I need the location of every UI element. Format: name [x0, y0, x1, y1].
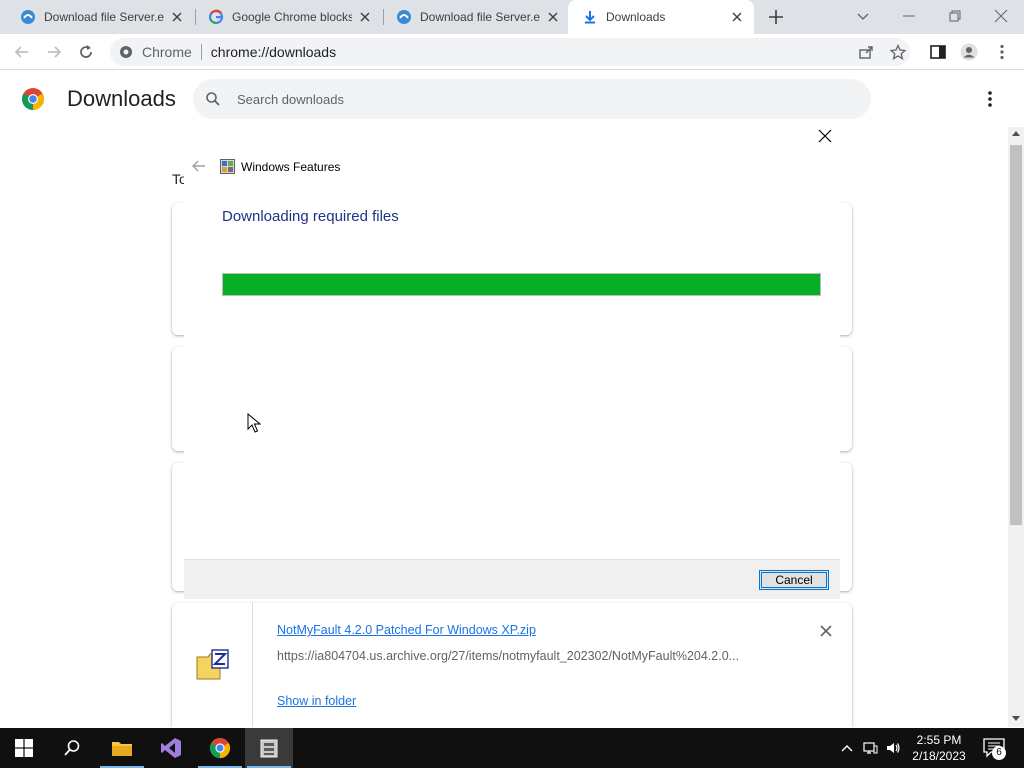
close-window-icon[interactable]: [993, 8, 1009, 24]
clock-time: 2:55 PM: [916, 733, 962, 747]
tab-strip: Download file Server.e Google Chrome blo…: [0, 0, 1024, 34]
download-source-url: https://ia804704.us.archive.org/27/items…: [277, 649, 740, 663]
side-panel-icon[interactable]: [929, 43, 947, 61]
remove-download-icon[interactable]: [819, 624, 833, 638]
tab-title: Download file Server.e: [44, 10, 164, 24]
forward-arrow-icon[interactable]: [45, 43, 63, 61]
restore-icon[interactable]: [947, 8, 963, 24]
dialog-footer: Cancel: [184, 559, 840, 599]
search-input[interactable]: [237, 79, 837, 119]
page-title: Downloads: [67, 86, 176, 111]
download-item-notmyfault: NotMyFault 4.2.0 Patched For Windows XP.…: [172, 603, 852, 727]
new-tab-plus-icon[interactable]: [767, 8, 785, 26]
close-tab-icon[interactable]: [170, 10, 184, 24]
edge-download-icon: [396, 9, 412, 25]
downloads-header: Downloads: [0, 71, 1024, 127]
download-progress-bar: [222, 273, 821, 296]
show-in-folder-link[interactable]: Show in folder: [277, 694, 356, 708]
tab-title: Google Chrome blocks: [232, 10, 352, 24]
omnibox-site-label: Chrome: [142, 44, 192, 60]
progress-fill: [223, 274, 820, 295]
file-icon-column: [172, 603, 253, 727]
google-g-icon: [208, 9, 224, 25]
omnibox-url: chrome://downloads: [210, 44, 337, 60]
more-actions-icon[interactable]: [982, 89, 998, 109]
cancel-button[interactable]: Cancel: [759, 570, 829, 590]
windows-features-dialog: Windows Features Downloading required fi…: [184, 120, 840, 599]
bookmark-star-icon[interactable]: [890, 44, 906, 60]
chrome-logo-icon: [22, 88, 44, 110]
start-button[interactable]: [0, 728, 48, 768]
taskbar-search-button[interactable]: [48, 728, 96, 768]
taskbar-windows-features[interactable]: [245, 728, 293, 768]
taskbar-clock[interactable]: 2:55 PM 2/18/2023: [906, 732, 972, 764]
show-hidden-icons-chevron-icon[interactable]: [839, 740, 855, 756]
tab-download-file-2[interactable]: Download file Server.e: [376, 0, 570, 34]
mouse-cursor-icon: [247, 413, 261, 433]
tab-search-chevron-icon[interactable]: [855, 8, 871, 24]
profile-avatar-icon[interactable]: [960, 43, 978, 61]
scroll-down-arrow-icon[interactable]: [1012, 716, 1020, 721]
address-bar[interactable]: Chrome chrome://downloads: [110, 38, 910, 66]
windows-logo-icon: [15, 739, 33, 757]
share-icon[interactable]: [858, 44, 874, 60]
visual-studio-icon: [161, 738, 181, 758]
edge-download-icon: [20, 9, 36, 25]
page-scrollbar[interactable]: [1008, 127, 1024, 727]
volume-icon[interactable]: [885, 740, 901, 756]
taskbar-visual-studio[interactable]: [147, 728, 195, 768]
folder-icon: [112, 742, 132, 756]
taskbar-chrome[interactable]: [196, 728, 244, 768]
chrome-site-icon[interactable]: [119, 45, 133, 59]
clock-date: 2/18/2023: [912, 749, 966, 763]
network-icon[interactable]: [862, 740, 878, 756]
notification-count-badge: 6: [992, 746, 1006, 760]
search-downloads-box[interactable]: [193, 79, 871, 119]
minimize-icon[interactable]: [901, 8, 917, 24]
download-arrow-icon: [582, 9, 598, 25]
close-tab-icon[interactable]: [546, 10, 560, 24]
dialog-title: Windows Features: [241, 160, 341, 174]
zip-file-icon: [196, 649, 229, 680]
windows-features-icon: [220, 159, 235, 174]
reload-icon[interactable]: [77, 43, 95, 61]
tab-title: Downloads: [606, 10, 666, 24]
tab-chrome-blocks[interactable]: Google Chrome blocks: [188, 0, 382, 34]
omnibox-separator: [200, 44, 202, 60]
windows-features-app-icon: [260, 739, 278, 758]
search-icon: [64, 740, 80, 756]
search-icon: [206, 92, 220, 106]
tab-download-file-1[interactable]: Download file Server.e: [0, 0, 194, 34]
chrome-icon: [209, 737, 231, 759]
tab-title: Download file Server.e: [420, 10, 540, 24]
tab-downloads[interactable]: Downloads: [568, 0, 754, 34]
back-arrow-icon[interactable]: [13, 43, 31, 61]
back-arrow-icon[interactable]: [192, 160, 206, 172]
chrome-menu-icon[interactable]: [993, 43, 1011, 61]
scroll-thumb[interactable]: [1010, 145, 1022, 525]
browser-toolbar: Chrome chrome://downloads: [0, 34, 1024, 70]
scroll-up-arrow-icon[interactable]: [1012, 131, 1020, 136]
taskbar-file-explorer[interactable]: [98, 728, 146, 768]
close-tab-icon[interactable]: [358, 10, 372, 24]
download-filename-link[interactable]: NotMyFault 4.2.0 Patched For Windows XP.…: [277, 623, 536, 637]
dialog-heading: Downloading required files: [222, 208, 399, 225]
close-dialog-icon[interactable]: [818, 129, 832, 143]
windows-taskbar: 2:55 PM 2/18/2023 6: [0, 728, 1024, 768]
close-tab-icon[interactable]: [730, 10, 744, 24]
